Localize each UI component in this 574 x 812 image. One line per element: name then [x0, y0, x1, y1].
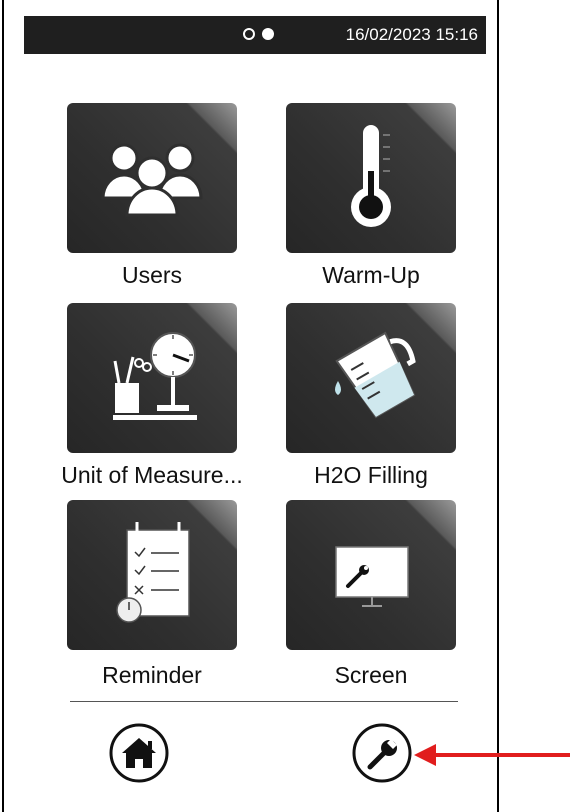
users-icon	[101, 143, 203, 217]
tile-h2o-filling[interactable]	[286, 303, 456, 453]
home-icon	[109, 723, 169, 783]
tile-screen-label: Screen	[334, 662, 408, 688]
home-button[interactable]	[108, 722, 170, 784]
nav-divider	[70, 701, 458, 702]
tile-unit-of-measure-label: Unit of Measure...	[61, 462, 243, 488]
app-frame: 16/02/2023 15:16 Users Warm-Up Unit of M…	[2, 0, 499, 812]
tile-warm-up[interactable]	[286, 103, 456, 253]
settings-button[interactable]	[351, 722, 413, 784]
thermometer-icon	[351, 125, 391, 227]
tile-reminder[interactable]	[67, 500, 237, 650]
tile-unit-of-measure[interactable]	[67, 303, 237, 453]
page-indicator-active	[262, 28, 274, 40]
datetime: 16/02/2023 15:16	[345, 25, 478, 44]
tile-warm-up-label: Warm-Up	[322, 262, 420, 288]
checklist-icon	[116, 522, 190, 623]
scale-icon	[113, 332, 197, 420]
water-jug-icon	[335, 331, 416, 419]
page-indicator-inactive	[243, 28, 255, 40]
wrench-icon	[352, 723, 412, 783]
tile-reminder-label: Reminder	[102, 662, 202, 688]
screen-wrench-icon	[335, 546, 409, 607]
tile-h2o-filling-label: H2O Filling	[314, 462, 428, 488]
tile-users[interactable]	[67, 103, 237, 253]
red-pointer-arrow	[414, 744, 570, 766]
status-bar: 16/02/2023 15:16	[24, 16, 486, 54]
tile-screen[interactable]	[286, 500, 456, 650]
tile-users-label: Users	[121, 262, 183, 288]
